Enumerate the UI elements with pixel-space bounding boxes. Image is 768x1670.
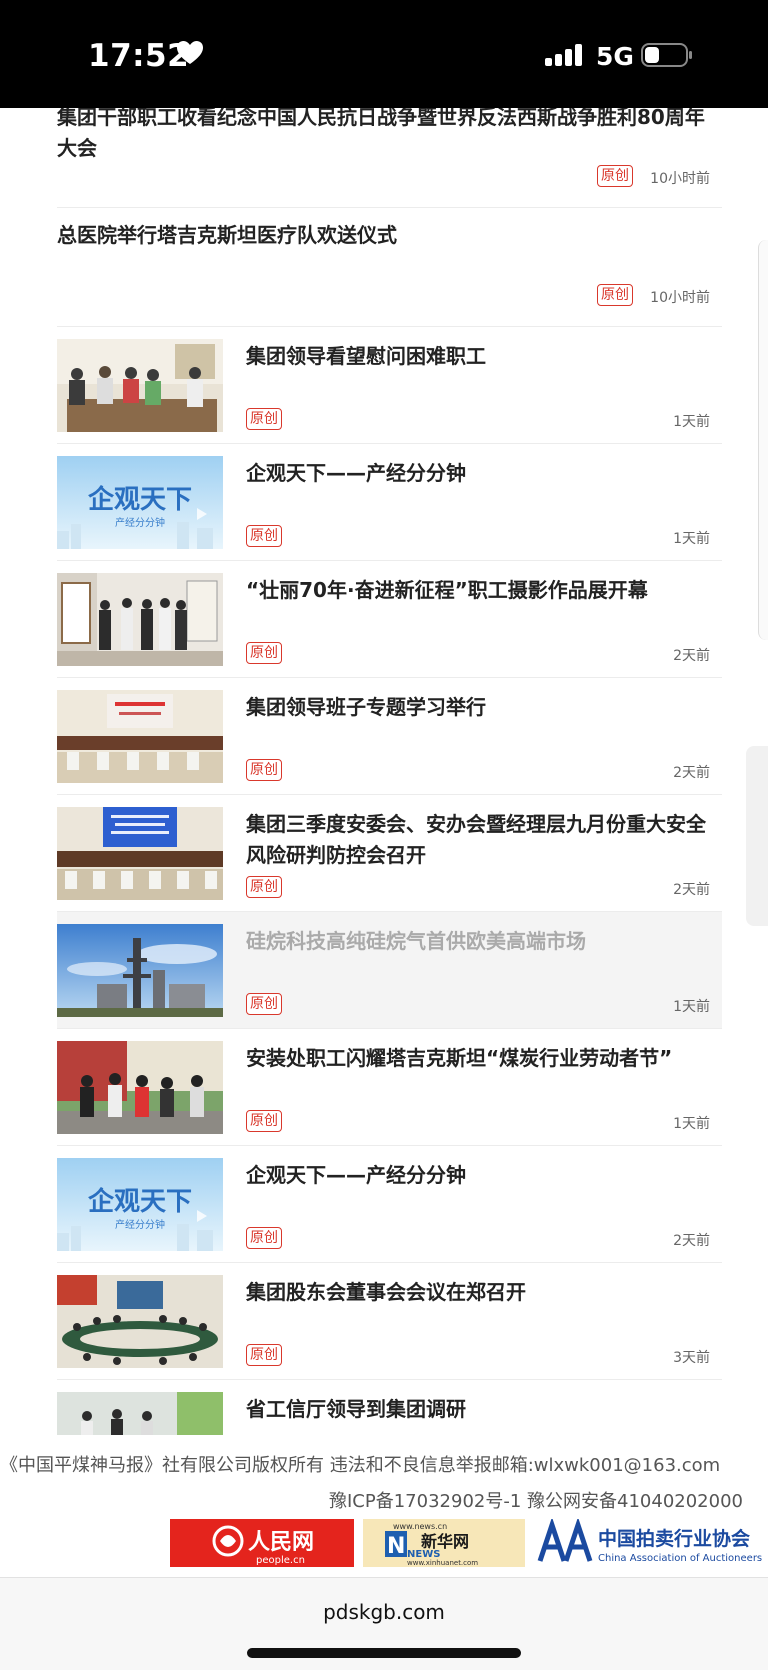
article-time: 2天前: [673, 648, 710, 664]
xinhua-logo[interactable]: www.news.cn N 新华网 NEWS www.xinhuanet.com: [363, 1519, 525, 1567]
battery-icon: [641, 43, 692, 67]
list-item[interactable]: 安装处职工闪耀塔吉克斯坦“煤炭行业劳动者节” 原创 1天前: [57, 1029, 722, 1146]
side-panel-peek[interactable]: [758, 240, 768, 640]
article-thumbnail: [57, 924, 223, 1017]
list-item[interactable]: 集团股东会董事会会议在郑召开 原创 3天前: [57, 1263, 722, 1380]
thumb-title: 企观天下: [88, 1186, 192, 1217]
list-item[interactable]: 总医院举行塔吉克斯坦医疗队欢送仪式 原创 10小时前: [57, 208, 722, 327]
list-item[interactable]: 集团干部职工收看纪念中国人民抗日战争暨世界反法西斯战争胜利80周年大会 原创 1…: [57, 105, 722, 208]
article-title[interactable]: 企观天下——产经分分钟: [246, 458, 716, 489]
article-thumbnail: 企观天下 产经分分钟: [57, 1158, 223, 1251]
article-title[interactable]: “壮丽70年·奋进新征程”职工摄影作品展开幕: [246, 575, 716, 606]
people-logo-url: people.cn: [256, 1555, 305, 1566]
original-badge: 原创: [246, 525, 282, 547]
list-item[interactable]: 硅烷科技高纯硅烷气首供欧美高端市场 原创 1天前: [57, 912, 722, 1029]
original-badge: 原创: [246, 759, 282, 781]
article-title[interactable]: 集团领导看望慰问困难职工: [246, 341, 716, 372]
article-thumbnail: 企观天下 产经分分钟: [57, 456, 223, 549]
site-footer: 《中国平煤神马报》社有限公司版权所有 违法和不良信息举报邮箱:wlxwk001@…: [0, 1435, 768, 1575]
article-time: 3天前: [673, 1350, 710, 1366]
original-badge: 原创: [246, 1110, 282, 1132]
article-title[interactable]: 硅烷科技高纯硅烷气首供欧美高端市场: [246, 926, 716, 957]
side-thumbnail-peek[interactable]: [746, 746, 768, 926]
caa-logo[interactable]: 中国拍卖行业协会 China Association of Auctioneer…: [536, 1517, 768, 1567]
article-thumbnail: [57, 1392, 223, 1440]
xinhua-url: www.news.cn: [393, 1522, 447, 1531]
people-logo[interactable]: 人民网 people.cn: [170, 1519, 354, 1567]
list-item[interactable]: “壮丽70年·奋进新征程”职工摄影作品展开幕 原创 2天前: [57, 561, 722, 678]
list-item[interactable]: 企观天下 产经分分钟 企观天下——产经分分钟 原创 1天前: [57, 444, 722, 561]
article-title[interactable]: 安装处职工闪耀塔吉克斯坦“煤炭行业劳动者节”: [246, 1043, 716, 1074]
url-text[interactable]: pdskgb.com: [0, 1600, 768, 1624]
original-badge: 原创: [246, 642, 282, 664]
xinhua-url-2: www.xinhuanet.com: [407, 1559, 478, 1567]
original-badge: 原创: [597, 165, 633, 187]
original-badge: 原创: [246, 1227, 282, 1249]
article-time: 1天前: [673, 999, 710, 1015]
news-list: 集团干部职工收看纪念中国人民抗日战争暨世界反法西斯战争胜利80周年大会 原创 1…: [57, 105, 722, 1440]
article-title[interactable]: 集团干部职工收看纪念中国人民抗日战争暨世界反法西斯战争胜利80周年大会: [57, 102, 722, 164]
article-time: 2天前: [673, 882, 710, 898]
article-title[interactable]: 省工信厅领导到集团调研: [246, 1394, 716, 1425]
article-time: 1天前: [673, 1116, 710, 1132]
caa-logo-en: China Association of Auctioneers: [598, 1553, 762, 1564]
browser-url-bar[interactable]: pdskgb.com: [0, 1577, 768, 1670]
article-time: 10小时前: [650, 290, 710, 306]
original-badge: 原创: [246, 993, 282, 1015]
article-title[interactable]: 总医院举行塔吉克斯坦医疗队欢送仪式: [57, 220, 722, 251]
article-title[interactable]: 集团三季度安委会、安办会暨经理层九月份重大安全风险研判防控会召开: [246, 809, 716, 871]
article-thumbnail: [57, 339, 223, 432]
list-item[interactable]: 省工信厅领导到集团调研: [57, 1380, 722, 1440]
article-time: 2天前: [673, 765, 710, 781]
list-item[interactable]: 企观天下 产经分分钟 企观天下——产经分分钟 原创 2天前: [57, 1146, 722, 1263]
icp-text[interactable]: 豫ICP备17032902号-1 豫公网安备41040202000: [329, 1487, 743, 1513]
list-item[interactable]: 集团领导班子专题学习举行 原创 2天前: [57, 678, 722, 795]
article-time: 1天前: [673, 531, 710, 547]
article-title[interactable]: 集团领导班子专题学习举行: [246, 692, 716, 723]
copyright-text: 《中国平煤神马报》社有限公司版权所有 违法和不良信息举报邮箱:wlxwk001@…: [0, 1455, 721, 1476]
signal-icon: [545, 44, 585, 66]
list-item[interactable]: 集团领导看望慰问困难职工 原创 1天前: [57, 327, 722, 444]
article-title[interactable]: 企观天下——产经分分钟: [246, 1160, 716, 1191]
article-title[interactable]: 集团股东会董事会会议在郑召开: [246, 1277, 716, 1308]
heart-icon: [177, 41, 203, 64]
status-time: 17:52: [88, 38, 190, 74]
article-thumbnail: [57, 807, 223, 900]
article-thumbnail: [57, 1041, 223, 1134]
original-badge: 原创: [246, 876, 282, 898]
caa-logo-text: 中国拍卖行业协会: [598, 1527, 750, 1550]
partner-logos: 人民网 people.cn www.news.cn N 新华网 NEWS www…: [170, 1517, 768, 1567]
people-logo-text: 人民网: [248, 1529, 314, 1555]
article-thumbnail: [57, 573, 223, 666]
article-thumbnail: [57, 1275, 223, 1368]
thumb-subtitle: 产经分分钟: [115, 1218, 165, 1231]
home-indicator[interactable]: [247, 1648, 521, 1658]
status-bar: 17:52 5G: [0, 0, 768, 108]
article-time: 1天前: [673, 414, 710, 430]
article-time: 10小时前: [650, 171, 710, 187]
original-badge: 原创: [597, 284, 633, 306]
original-badge: 原创: [246, 1344, 282, 1366]
thumb-subtitle: 产经分分钟: [115, 516, 165, 529]
original-badge: 原创: [246, 408, 282, 430]
article-thumbnail: [57, 690, 223, 783]
svg-text:N: N: [387, 1534, 405, 1559]
article-time: 2天前: [673, 1233, 710, 1249]
list-item[interactable]: 集团三季度安委会、安办会暨经理层九月份重大安全风险研判防控会召开 原创 2天前: [57, 795, 722, 912]
network-label: 5G: [596, 42, 634, 71]
thumb-title: 企观天下: [88, 484, 192, 515]
